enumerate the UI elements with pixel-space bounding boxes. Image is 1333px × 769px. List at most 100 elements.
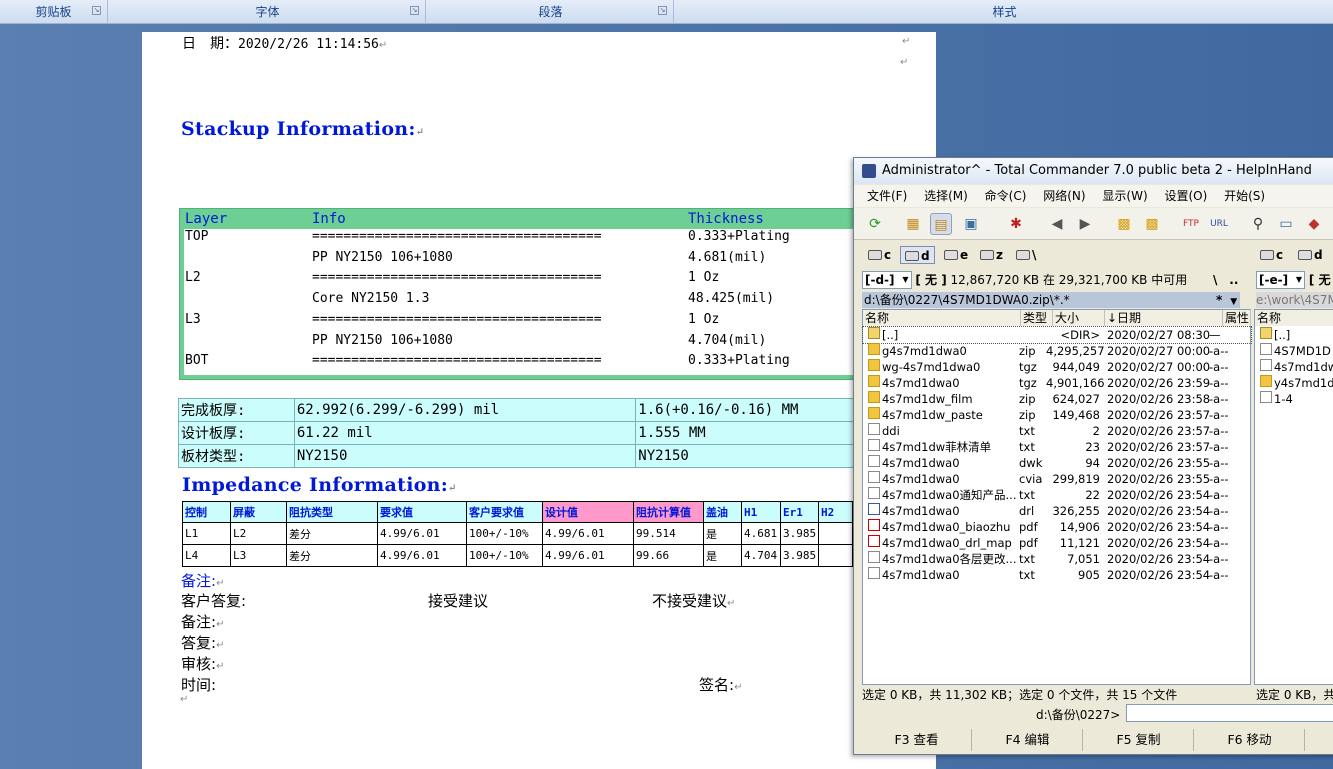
file-row[interactable]: ddi txt 2 2020/02/26 23:57 -a-- <box>863 423 1251 439</box>
left-file-list[interactable]: 名称 类型 大小 ↓日期 属性 [..] <DIR> 2020/02/27 08:3… <box>862 309 1252 685</box>
f5-copy-button[interactable]: F5 复制 <box>1084 729 1194 751</box>
f4-edit-button[interactable]: F4 编辑 <box>973 729 1083 751</box>
file-size: 7,051 <box>1067 552 1100 566</box>
right-file-row[interactable]: 1-4 <box>1255 391 1333 407</box>
file-size: 2 <box>1092 424 1100 438</box>
menu-show[interactable]: 显示(W) <box>1102 185 1147 207</box>
right-drive-c-button[interactable]: c <box>1256 246 1287 264</box>
column-date[interactable]: ↓日期 <box>1105 310 1223 326</box>
menu-start[interactable]: 开始(S) <box>1224 185 1265 207</box>
right-drive-d-button[interactable]: d <box>1294 246 1327 264</box>
filter-indicator[interactable]: * ▼ <box>1216 292 1237 310</box>
impedance-cell <box>818 544 853 567</box>
total-commander-window[interactable]: Administrator^ - Total Commander 7.0 pub… <box>853 157 1333 755</box>
impedance-header-cell: 屏蔽 <box>230 501 287 523</box>
search-icon[interactable]: ⚲ <box>1247 213 1269 235</box>
right-drive-dropdown[interactable]: [-e-] <box>1256 271 1306 289</box>
drive-e-button[interactable]: e <box>940 246 972 264</box>
f6-move-button[interactable]: F6 移动 <box>1195 729 1305 751</box>
file-size: 624,027 <box>1052 392 1100 406</box>
column-size[interactable]: 大小 <box>1053 310 1105 326</box>
impedance-cell: L4 <box>182 544 231 567</box>
file-row[interactable]: 4s7md1dwa0 cvia 299,819 2020/02/26 23:55 -a-… <box>863 471 1251 487</box>
file-row[interactable]: 4s7md1dwa0_drl_map pdf 11,121 2020/02/26 23… <box>863 535 1251 551</box>
dialog-launcher-icon[interactable]: ↘ <box>92 6 101 15</box>
window-titlebar[interactable]: Administrator^ - Total Commander 7.0 pub… <box>854 158 1333 184</box>
column-name[interactable]: 名称 <box>863 310 1021 326</box>
impedance-cell: 是 <box>703 544 742 567</box>
file-size: 11,121 <box>1059 536 1100 550</box>
unpack-files-icon[interactable]: ▩ <box>1141 213 1163 235</box>
dialog-launcher-icon[interactable]: ↘ <box>410 6 419 15</box>
file-row[interactable]: [..] <DIR> 2020/02/27 08:30— <box>862 326 1252 344</box>
ftp-connect-icon[interactable]: FTP <box>1180 213 1202 235</box>
file-row[interactable]: wg-4s7md1dwa0 tgz 944,049 2020/02/27 00:00-… <box>863 359 1251 375</box>
ribbon-group-clipboard[interactable]: 剪贴板 ↘ <box>0 0 108 24</box>
brief-view-icon[interactable]: ▦ <box>902 213 924 235</box>
right-column-name[interactable]: 名称 <box>1255 310 1333 326</box>
file-row[interactable]: 4s7md1dwa0各层更改... txt 7,051 2020/02/26 23:5… <box>863 551 1251 567</box>
network-root-button[interactable]: \ <box>1012 246 1040 264</box>
refresh-icon[interactable]: ⟳ <box>864 213 886 235</box>
right-file-row[interactable]: [..] <box>1255 327 1333 343</box>
document-page[interactable]: 日 期：2020/2/26 11:14:56↵ ↵ ↵ Stackup Info… <box>142 32 936 769</box>
file-row[interactable]: 4s7md1dwa0_biaozhu pdf 14,906 2020/02/26 23… <box>863 519 1251 535</box>
multi-rename-icon[interactable]: ▭ <box>1275 213 1297 235</box>
free-space: 12,867,720 KB 在 29,321,700 KB 中可用 <box>950 273 1188 287</box>
forward-icon[interactable]: ▶ <box>1074 213 1096 235</box>
right-file-name: y4s7md1dv <box>1274 376 1333 390</box>
file-row[interactable]: 4s7md1dwa0 dwk 94 2020/02/26 23:55 -a-- <box>863 455 1251 471</box>
compare-icon[interactable]: ◆ <box>1303 213 1325 235</box>
stack-info: ===================================== <box>312 353 602 369</box>
file-attr: -a-- <box>1209 392 1229 406</box>
ribbon-group-styles[interactable]: 样式 <box>676 0 1333 24</box>
ribbon-group-font[interactable]: 字体 ↘ <box>110 0 426 24</box>
column-type[interactable]: 类型 <box>1021 310 1053 326</box>
menu-commands[interactable]: 命令(C) <box>985 185 1027 207</box>
file-row[interactable]: 4s7md1dwa0 tgz 4,901,166 2020/02/26 23:59 -a… <box>863 375 1251 391</box>
command-line-input[interactable] <box>1126 704 1333 722</box>
file-attr: -a-- <box>1209 344 1229 358</box>
stack-thickness: 0.333+Plating <box>688 353 790 369</box>
drive-z-button[interactable]: z <box>976 246 1007 264</box>
pack-files-icon[interactable]: ▩ <box>1113 213 1135 235</box>
file-ext: zip <box>1019 408 1036 422</box>
invert-selection-icon[interactable]: ✱ <box>1005 213 1027 235</box>
impedance-title: Impedance Information:↵ <box>182 474 457 496</box>
ribbon-group-paragraph[interactable]: 段落 ↘ <box>428 0 674 24</box>
file-row[interactable]: 4s7md1dw菲林清单 txt 23 2020/02/26 23:57 -a-- <box>863 439 1251 455</box>
menu-configuration[interactable]: 设置(O) <box>1164 185 1207 207</box>
column-attr[interactable]: 属性 <box>1223 310 1251 326</box>
drive-d-button[interactable]: d <box>900 246 935 264</box>
right-file-row[interactable]: y4s7md1dv <box>1255 375 1333 391</box>
root-button[interactable]: \ <box>1213 273 1217 287</box>
back-icon[interactable]: ◀ <box>1046 213 1068 235</box>
right-panel[interactable]: [-e-] [ 无 e:\work\4S7M 名称 [..] 4S7MD1D 4s7… <box>1254 271 1333 691</box>
file-row[interactable]: 4s7md1dw_film zip 624,027 2020/02/26 23:58-… <box>863 391 1251 407</box>
url-connect-icon[interactable]: URL <box>1208 213 1230 235</box>
file-row[interactable]: g4s7md1dwa0 zip 4,295,257 2020/02/27 00:00-… <box>863 343 1251 359</box>
stack-layer: TOP <box>185 229 209 244</box>
right-file-row[interactable]: 4S7MD1D <box>1255 343 1333 359</box>
left-path-bar[interactable]: d:\备份\0227\4S7MD1DWA0.zip\*.* <box>862 292 1240 308</box>
menu-network[interactable]: 网络(N) <box>1043 185 1085 207</box>
right-path-bar[interactable]: e:\work\4S7M <box>1256 292 1333 308</box>
right-file-list[interactable]: 名称 [..] 4S7MD1D 4s7md1dw y4s7md1dv 1-4 <box>1254 309 1333 685</box>
file-row[interactable]: 4s7md1dwa0 drl 326,255 2020/02/26 23:54 -a-- <box>863 503 1251 519</box>
file-date: 2020/02/26 23:54 <box>1107 520 1211 534</box>
file-icon <box>1260 391 1272 403</box>
file-row[interactable]: 4s7md1dwa0 txt 905 2020/02/26 23:54 -a-- <box>863 567 1251 583</box>
file-row[interactable]: 4s7md1dw_paste zip 149,468 2020/02/26 23:57… <box>863 407 1251 423</box>
drive-c-button[interactable]: c <box>864 246 895 264</box>
stack-rows: TOP =====================================… <box>184 229 876 375</box>
thumbnail-view-icon[interactable]: ▣ <box>960 213 982 235</box>
left-drive-dropdown[interactable]: [-d-] <box>862 271 912 289</box>
menu-file[interactable]: 文件(F) <box>867 185 907 207</box>
menu-select[interactable]: 选择(M) <box>924 185 968 207</box>
file-row[interactable]: 4s7md1dwa0通知产品... txt 22 2020/02/26 23:54 -a… <box>863 487 1251 503</box>
right-file-row[interactable]: 4s7md1dw <box>1255 359 1333 375</box>
dialog-launcher-icon[interactable]: ↘ <box>658 6 667 15</box>
f3-view-button[interactable]: F3 查看 <box>862 729 972 751</box>
full-view-icon[interactable]: ▤ <box>930 213 952 235</box>
parent-dir-button[interactable]: .. <box>1229 273 1238 287</box>
